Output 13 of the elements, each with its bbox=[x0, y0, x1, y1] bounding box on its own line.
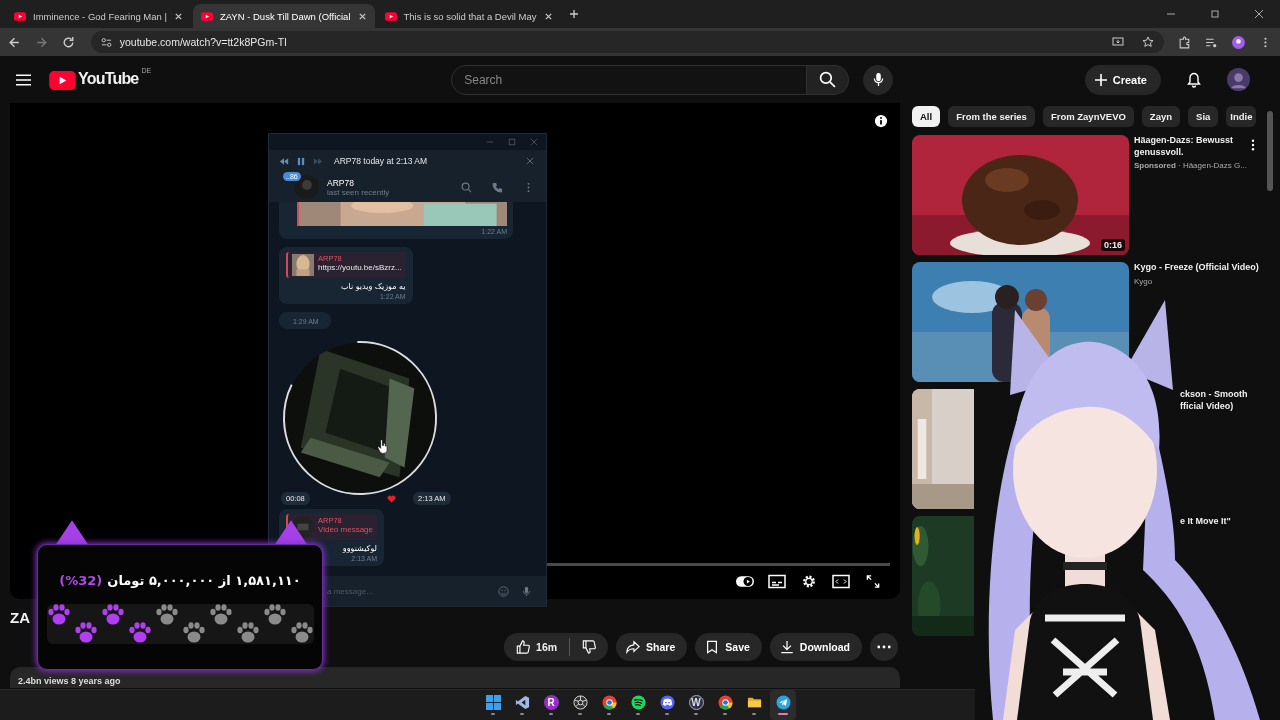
video-title: ZA bbox=[10, 609, 30, 629]
view-count: 2.4bn views 8 years ago bbox=[18, 676, 121, 686]
contact-name: ARP78 bbox=[327, 177, 355, 188]
goal-amount: ۱,۵۸۱,۱۱۰ از ۵,۰۰۰,۰۰۰ تومان bbox=[107, 573, 301, 588]
reply-text: Video message bbox=[318, 525, 373, 534]
now-playing-text: ARP78 today at 2:13 AM bbox=[334, 156, 428, 166]
like-count: 16m bbox=[536, 641, 558, 653]
reply-text: https://youtu.be/sBzrz... bbox=[318, 263, 402, 272]
last-seen-status: last seen recently bbox=[327, 187, 390, 197]
goal-percent: (%32) bbox=[59, 573, 103, 588]
message-text: یه موزیک ویدیو ناب bbox=[340, 282, 406, 291]
duration-badge: 0:16 bbox=[1101, 239, 1125, 251]
message-text: لوکیشنووو bbox=[342, 544, 377, 553]
